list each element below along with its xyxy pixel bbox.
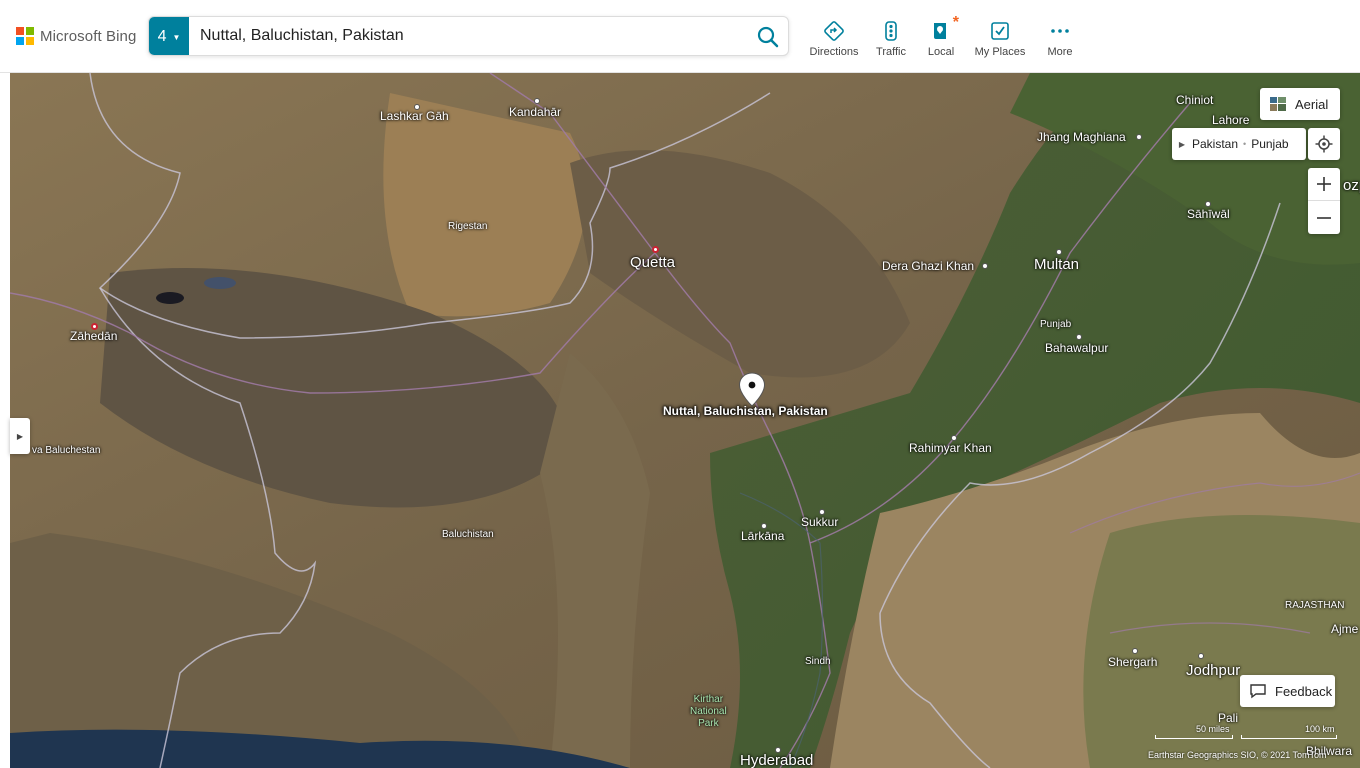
place-ozp[interactable]: ozp bbox=[1343, 177, 1360, 194]
place-jodhpur[interactable]: Jodhpur bbox=[1186, 662, 1240, 679]
place-quetta[interactable]: Quetta bbox=[630, 254, 675, 271]
pin-label[interactable]: Nuttal, Baluchistan, Pakistan bbox=[663, 404, 828, 418]
search-box: 4 ▼ bbox=[148, 16, 789, 56]
place-rajasthan[interactable]: RAJASTHAN bbox=[1285, 600, 1344, 611]
breadcrumb-region[interactable]: Punjab bbox=[1251, 137, 1288, 151]
more-dots-icon bbox=[1051, 29, 1069, 33]
city-dot bbox=[1198, 653, 1204, 659]
place-sistan[interactable]: va Baluchestan bbox=[32, 445, 100, 456]
place-lahore[interactable]: Lahore bbox=[1212, 113, 1249, 127]
traffic-label: Traffic bbox=[876, 46, 906, 58]
bing-logo[interactable]: Microsoft Bing bbox=[16, 27, 136, 45]
traffic-button[interactable]: Traffic bbox=[865, 20, 917, 58]
city-dot bbox=[1076, 334, 1082, 340]
place-punjab[interactable]: Punjab bbox=[1040, 319, 1071, 330]
place-multan[interactable]: Multan bbox=[1034, 256, 1079, 273]
side-panel-toggle[interactable]: ▶ bbox=[10, 418, 30, 454]
place-lashkar-gah[interactable]: Lashkar Gāh bbox=[380, 109, 449, 123]
place-shergarh[interactable]: Shergarh bbox=[1108, 655, 1157, 669]
breadcrumb-separator: • bbox=[1243, 139, 1247, 149]
location-pin-icon[interactable] bbox=[738, 372, 766, 408]
map-attribution: Earthstar Geographics SIO, © 2021 TomTom bbox=[1148, 750, 1327, 760]
local-label: Local bbox=[927, 46, 955, 58]
place-rahimyar-khan[interactable]: Rahimyar Khan bbox=[909, 441, 992, 455]
minus-icon bbox=[1317, 216, 1331, 219]
place-rigestan[interactable]: Rigestan bbox=[448, 221, 487, 232]
place-ajmer[interactable]: Ajme bbox=[1331, 622, 1358, 636]
city-dot bbox=[534, 98, 540, 104]
brand-name: Microsoft Bing bbox=[40, 27, 137, 45]
search-button[interactable] bbox=[756, 25, 780, 49]
directions-icon bbox=[824, 21, 844, 41]
more-label: More bbox=[1047, 46, 1073, 58]
search-input[interactable] bbox=[189, 17, 749, 55]
place-baluchistan[interactable]: Baluchistan bbox=[442, 529, 494, 540]
place-zahedan[interactable]: Zāhedān bbox=[70, 329, 117, 343]
city-dot bbox=[1132, 648, 1138, 654]
search-icon bbox=[757, 26, 779, 48]
locate-icon bbox=[1315, 135, 1333, 153]
location-breadcrumb[interactable]: ▶ Pakistan • Punjab bbox=[1172, 128, 1306, 160]
microsoft-logo-icon bbox=[16, 27, 34, 45]
zoom-out-button[interactable] bbox=[1308, 201, 1340, 234]
place-kirthar-park[interactable]: Kirthar National Park bbox=[690, 694, 727, 730]
place-sindh[interactable]: Sindh bbox=[805, 656, 831, 667]
place-hyderabad[interactable]: Hyderabad bbox=[740, 752, 813, 768]
place-bahawalpur[interactable]: Bahawalpur bbox=[1045, 341, 1108, 355]
feedback-button[interactable]: Feedback bbox=[1240, 675, 1335, 707]
city-dot bbox=[982, 263, 988, 269]
place-dera-ghazi-khan[interactable]: Dera Ghazi Khan bbox=[882, 259, 974, 273]
aerial-label: Aerial bbox=[1295, 96, 1329, 112]
expand-arrow-icon[interactable]: ▶ bbox=[1172, 140, 1192, 149]
local-icon bbox=[934, 23, 946, 39]
satellite-terrain bbox=[10, 73, 1360, 768]
zoom-in-button[interactable] bbox=[1308, 168, 1340, 201]
traffic-light-icon bbox=[885, 21, 897, 41]
top-nav: Directions Traffic * Local My Places Mor… bbox=[803, 14, 1085, 58]
more-button[interactable]: More bbox=[1035, 20, 1085, 58]
plus-icon bbox=[1317, 177, 1331, 191]
my-places-label: My Places bbox=[974, 46, 1026, 58]
directions-label: Directions bbox=[809, 46, 859, 58]
locate-me-button[interactable] bbox=[1308, 128, 1340, 160]
directions-button[interactable]: Directions bbox=[803, 20, 865, 58]
chevron-down-icon: ▼ bbox=[172, 32, 181, 42]
place-chiniot[interactable]: Chiniot bbox=[1176, 93, 1213, 107]
aerial-icon bbox=[1270, 97, 1286, 111]
place-sahiwal[interactable]: Sāhīwāl bbox=[1187, 207, 1230, 221]
new-badge-icon: * bbox=[952, 14, 959, 31]
capital-dot bbox=[652, 246, 659, 253]
feedback-icon bbox=[1250, 684, 1266, 699]
place-sukkur[interactable]: Sukkur bbox=[801, 515, 838, 529]
local-button[interactable]: * Local bbox=[917, 14, 965, 58]
place-larkana[interactable]: Lārkāna bbox=[741, 529, 784, 543]
results-count: 4 bbox=[157, 28, 167, 45]
city-dot bbox=[1056, 249, 1062, 255]
map-canvas[interactable]: Lashkar Gāh Kandahār Rigestan Quetta Zāh… bbox=[10, 73, 1360, 768]
results-count-dropdown[interactable]: 4 ▼ bbox=[149, 17, 189, 55]
scale-miles-bar bbox=[1155, 735, 1233, 739]
my-places-icon bbox=[991, 22, 1009, 40]
city-dot bbox=[1136, 134, 1142, 140]
scale-km-label: 100 km bbox=[1305, 724, 1335, 734]
place-jhang[interactable]: Jhang Maghiana bbox=[1037, 130, 1126, 144]
zoom-controls bbox=[1308, 168, 1340, 234]
breadcrumb-country[interactable]: Pakistan bbox=[1192, 137, 1238, 151]
scale-miles-label: 50 miles bbox=[1196, 724, 1230, 734]
chevron-right-icon: ▶ bbox=[16, 431, 24, 441]
feedback-label: Feedback bbox=[1275, 683, 1333, 699]
map-style-button[interactable]: Aerial bbox=[1260, 88, 1340, 120]
place-pali[interactable]: Pali bbox=[1218, 711, 1238, 725]
top-bar: Microsoft Bing 4 ▼ Directions bbox=[0, 0, 1360, 73]
my-places-button[interactable]: My Places bbox=[965, 20, 1035, 58]
place-kandahar[interactable]: Kandahār bbox=[509, 105, 561, 119]
scale-km-bar bbox=[1241, 735, 1337, 739]
